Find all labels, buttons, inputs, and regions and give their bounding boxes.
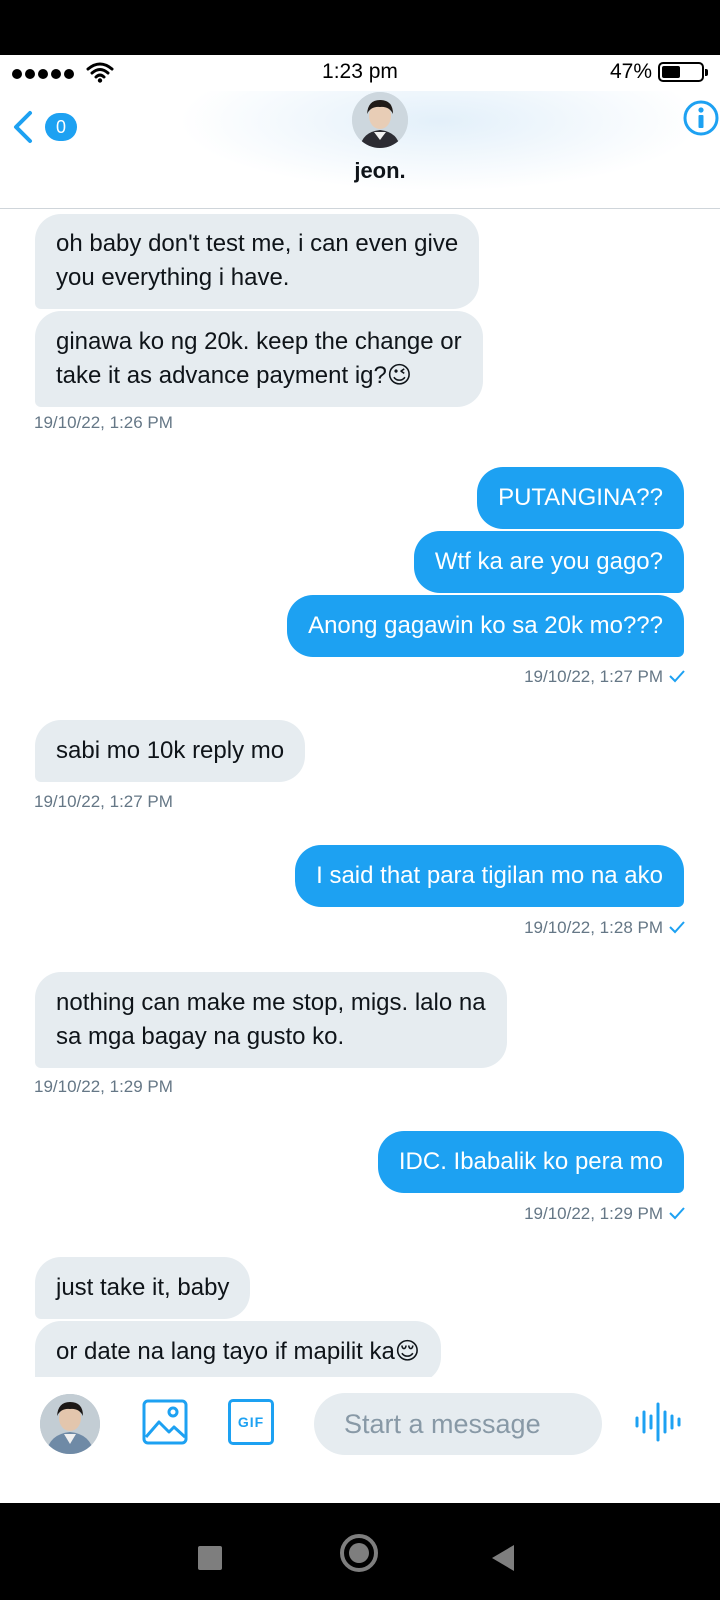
- recent-apps-icon[interactable]: [198, 1546, 222, 1570]
- avatar-person-icon: [40, 1394, 100, 1454]
- incoming-message[interactable]: ginawa ko ng 20k. keep the change or take…: [35, 311, 483, 407]
- message-composer: GIF: [0, 1377, 720, 1503]
- outgoing-message[interactable]: Anong gagawin ko sa 20k mo???: [287, 595, 684, 657]
- sent-check-icon: [669, 1207, 685, 1220]
- incoming-message[interactable]: sabi mo 10k reply mo: [35, 720, 306, 782]
- incoming-message[interactable]: oh baby don't test me, i can even give yo…: [35, 214, 480, 309]
- message-timestamp: 19/10/22, 1:27 PM: [524, 667, 663, 686]
- battery-percent: 47%: [609, 60, 652, 83]
- incoming-message[interactable]: just take it, baby: [35, 1257, 251, 1319]
- status-bar: 1:23 pm 47%: [0, 55, 720, 91]
- message-timestamp: 19/10/22, 1:28 PM: [524, 918, 663, 937]
- message-timestamp: 19/10/22, 1:29 PM: [524, 1204, 663, 1223]
- outgoing-message[interactable]: I said that para tigilan mo na ako: [295, 845, 684, 907]
- avatar-person-icon: [352, 92, 408, 148]
- unread-count-badge[interactable]: 0: [45, 113, 77, 141]
- incoming-message[interactable]: nothing can make me stop, migs. lalo na s…: [35, 972, 507, 1068]
- message-timestamp: 19/10/22, 1:29 PM: [34, 1077, 173, 1096]
- gif-icon[interactable]: GIF: [228, 1399, 274, 1445]
- header-divider: [0, 208, 720, 209]
- battery-icon: [658, 62, 708, 82]
- voice-waveform-icon[interactable]: [634, 1401, 682, 1443]
- outgoing-message[interactable]: Wtf ka are you gago?: [413, 531, 684, 593]
- back-triangle-icon[interactable]: [492, 1545, 514, 1571]
- message-timestamp: 19/10/22, 1:27 PM: [34, 792, 173, 811]
- contact-name[interactable]: jeon.: [0, 158, 720, 184]
- my-avatar[interactable]: [40, 1394, 100, 1454]
- top-black-bar: [0, 0, 720, 55]
- incoming-message[interactable]: or date na lang tayo if mapilit ka😌: [35, 1321, 441, 1383]
- outgoing-message[interactable]: IDC. Ibabalik ko pera mo: [377, 1131, 684, 1193]
- conversation-header: 0 jeon.: [0, 91, 720, 209]
- battery-level: [662, 66, 680, 78]
- image-icon[interactable]: [142, 1399, 188, 1445]
- outgoing-message[interactable]: PUTANGINA??: [477, 467, 684, 529]
- message-input[interactable]: [314, 1393, 602, 1455]
- back-chevron-icon[interactable]: [6, 107, 40, 147]
- sent-check-icon: [669, 670, 685, 683]
- home-icon[interactable]: [340, 1534, 378, 1572]
- info-icon[interactable]: [682, 99, 720, 137]
- sent-check-icon: [669, 921, 685, 934]
- message-timestamp: 19/10/22, 1:26 PM: [34, 413, 173, 432]
- dm-screen: 1:23 pm 47% 0 jeon. oh baby don't test m…: [0, 55, 720, 1503]
- contact-avatar[interactable]: [352, 92, 408, 148]
